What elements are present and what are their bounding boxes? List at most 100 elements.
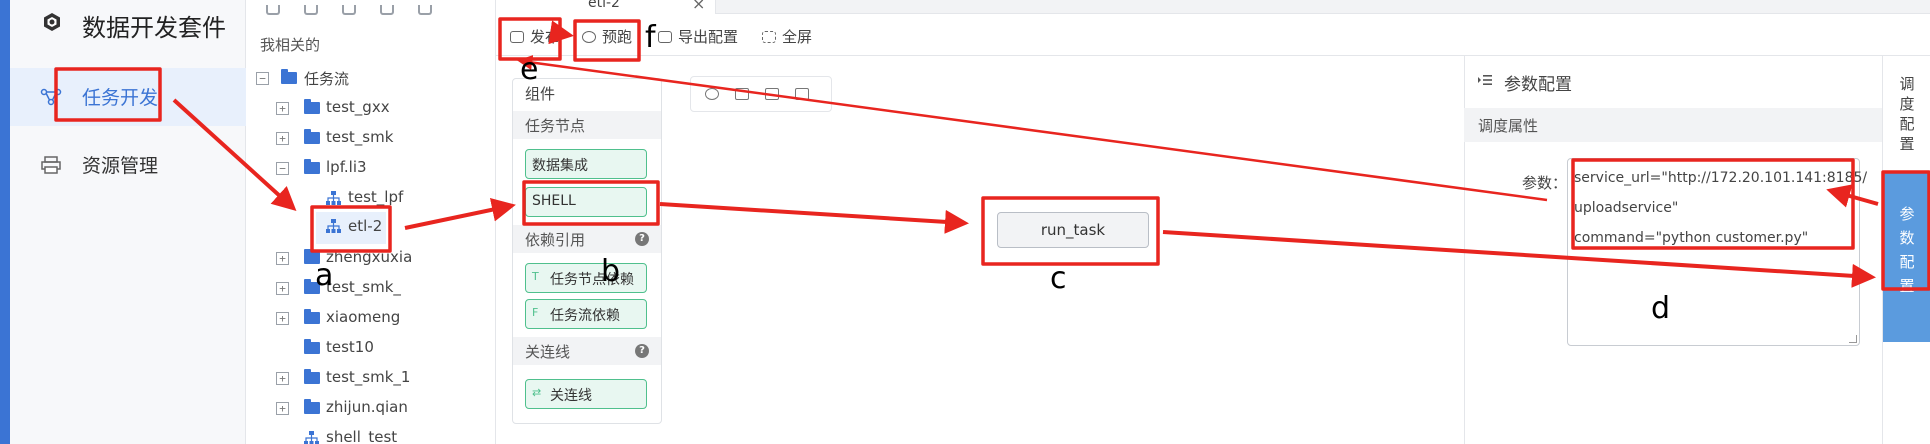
link-icon: ⇄ [532, 386, 542, 399]
palette-section-dependency: 依赖引用 ? [513, 225, 661, 253]
folder-icon [304, 309, 320, 324]
main-sidebar: 数据开发套件 任务开发 资源管理 [10, 0, 246, 444]
save-icon[interactable] [304, 5, 318, 15]
layout-icon[interactable] [765, 88, 779, 100]
folder-icon [304, 129, 320, 144]
expand-icon[interactable]: + [276, 372, 289, 385]
tree-item-label: zhijun.qian [326, 398, 408, 416]
collapse-icon[interactable]: − [256, 72, 269, 85]
expand-icon[interactable]: + [276, 282, 289, 295]
expand-icon[interactable]: + [276, 132, 289, 145]
component-label: 任务节点依赖 [550, 272, 634, 288]
folder-icon [304, 279, 320, 294]
help-icon[interactable]: ? [635, 344, 649, 358]
palette-section-task-nodes: 任务节点 [513, 111, 661, 139]
canvas-toolbar [690, 76, 832, 112]
tab-label: etl-2 [588, 0, 620, 11]
section-label: 依赖引用 [525, 231, 586, 249]
tree-root-label: 任务流 [304, 70, 350, 88]
component-data-integration[interactable]: 数据集成 [525, 149, 647, 179]
component-workflow-dependency[interactable]: F 任务流依赖 [525, 299, 647, 329]
tree-item-label: test_smk_ [326, 278, 401, 296]
search-icon[interactable] [266, 5, 280, 15]
tab-char: 配 [1899, 115, 1915, 133]
nav-item-label: 任务开发 [82, 87, 159, 109]
tree-item[interactable]: + test_gxx [246, 94, 494, 124]
editor-toolbar: 发布 预跑 导出配置 全屏 [496, 14, 1930, 56]
param-line: uploadservice" [1574, 200, 1679, 216]
tree-item[interactable]: + test_smk_ [246, 274, 494, 304]
export-label: 导出配置 [678, 28, 739, 46]
nav-item-task-dev[interactable]: 任务开发 [10, 68, 246, 126]
add-icon[interactable] [342, 5, 356, 15]
expand-icon[interactable]: + [276, 312, 289, 325]
workflow-icon [304, 431, 319, 444]
task-tree-panel: 我相关的 − 任务流 + test_gxx + test_smk − lpf.l… [246, 0, 496, 444]
upload-icon[interactable] [418, 5, 432, 15]
tree-item[interactable]: + xiaomeng [246, 304, 494, 334]
param-line: command="python customer.py" [1574, 230, 1809, 246]
folder-icon [281, 69, 297, 84]
component-label: SHELL [532, 193, 576, 209]
section-label: 任务节点 [525, 117, 586, 135]
undo-icon[interactable] [735, 88, 749, 100]
publish-button[interactable]: 发布 [510, 26, 560, 48]
collapse-icon[interactable]: − [276, 162, 289, 175]
tree-root[interactable]: − 任务流 [246, 64, 494, 94]
preview-run-button[interactable]: 预跑 [582, 26, 632, 48]
component-task-node-dependency[interactable]: T 任务节点依赖 [525, 263, 647, 293]
tree-item[interactable]: + zhengxuxia [246, 244, 494, 274]
refresh-icon[interactable] [380, 5, 394, 15]
expand-icon[interactable]: + [276, 102, 289, 115]
param-textarea[interactable]: service_url="http://172.20.101.141:8185/… [1567, 158, 1868, 346]
param-line: service_url="http://172.20.101.141:8185/ [1574, 170, 1868, 186]
tab-param-config[interactable]: 参 数 配 置 [1883, 172, 1930, 342]
workflow-icon [326, 191, 341, 205]
folder-icon [304, 159, 320, 174]
tab-schedule-config[interactable]: 调 度 配 置 [1883, 74, 1930, 164]
tree-item[interactable]: + test_smk_1 [246, 364, 494, 394]
publish-label: 发布 [530, 28, 561, 46]
zoom-icon[interactable] [705, 88, 719, 100]
delete-icon[interactable] [795, 88, 809, 100]
printer-icon [41, 156, 61, 174]
tree-item-label: zhengxuxia [326, 248, 413, 266]
export-config-button[interactable]: 导出配置 [658, 26, 738, 48]
param-panel-title: 参数配置 [1504, 75, 1572, 95]
folder-icon [304, 399, 320, 414]
component-link-line[interactable]: ⇄ 关连线 [525, 379, 647, 409]
section-label: 调度属性 [1478, 117, 1539, 135]
tab-etl-2[interactable]: etl-2 × [496, 0, 716, 14]
tree-item-label: test_smk_1 [326, 368, 411, 386]
tree-item[interactable]: test_lpf [246, 184, 494, 214]
tree-item[interactable]: + zhijun.qian [246, 394, 494, 424]
nav-item-resources[interactable]: 资源管理 [10, 136, 246, 194]
tab-char: 调 [1899, 75, 1915, 93]
tab-char: 置 [1899, 135, 1915, 153]
folder-icon [304, 339, 320, 354]
component-label: 任务流依赖 [550, 308, 620, 324]
fullscreen-label: 全屏 [782, 28, 813, 46]
tree-item-selected[interactable]: etl-2 [316, 212, 386, 244]
fullscreen-button[interactable]: 全屏 [762, 26, 812, 48]
workflow-icon [326, 219, 341, 233]
component-shell[interactable]: SHELL [525, 187, 647, 217]
tree-item[interactable]: + test_smk [246, 124, 494, 154]
expand-icon[interactable]: + [276, 402, 289, 415]
tab-char: 数 [1899, 229, 1915, 247]
folder-icon [304, 369, 320, 384]
help-icon[interactable]: ? [635, 232, 649, 246]
nav-item-label: 资源管理 [82, 155, 159, 177]
tree-item[interactable]: test10 [246, 334, 494, 364]
section-label: 关连线 [525, 343, 571, 361]
close-icon[interactable]: × [692, 0, 705, 13]
workflow-canvas[interactable] [662, 56, 1464, 444]
tree-item-label: test_smk [326, 128, 394, 146]
component-palette: 组件 任务节点 数据集成 SHELL 依赖引用 ? T 任务节点依赖 F 任务流… [512, 78, 662, 424]
expand-icon[interactable]: + [276, 252, 289, 265]
tree-item[interactable]: shell_test [246, 424, 494, 444]
tree-item[interactable]: − lpf.li3 [246, 154, 494, 184]
resize-handle-icon[interactable] [1849, 335, 1857, 343]
tab-char: 配 [1899, 253, 1915, 271]
canvas-node-run-task[interactable]: run_task [997, 212, 1149, 248]
